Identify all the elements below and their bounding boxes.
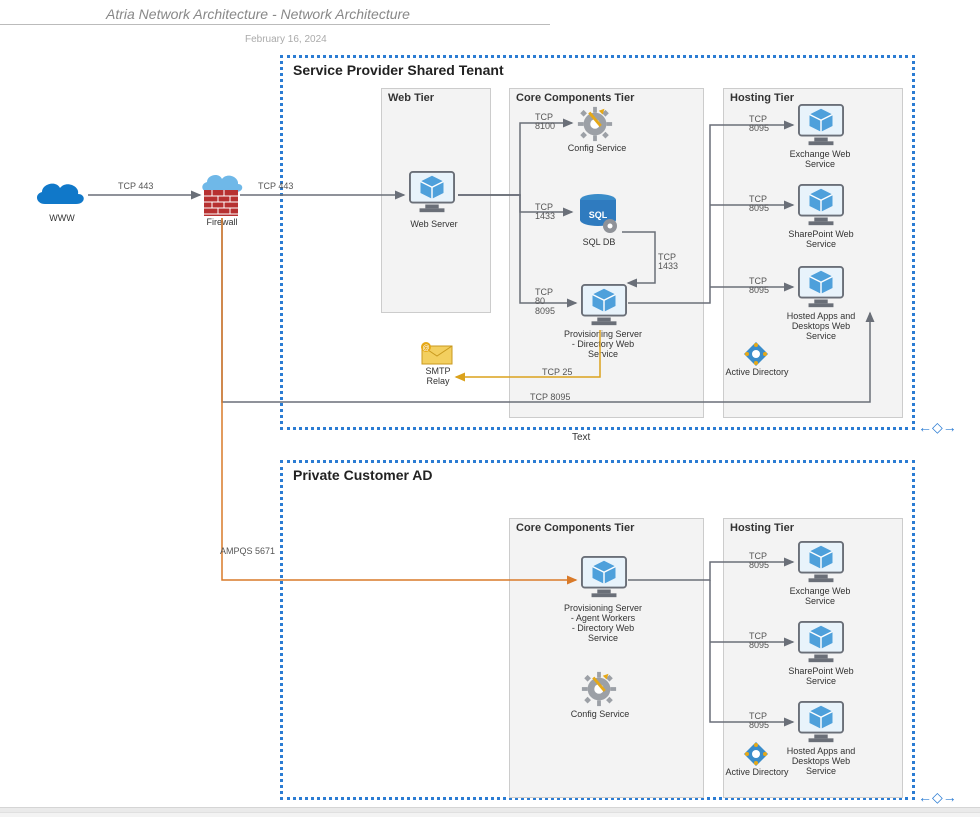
firewall-label: Firewall [202,218,242,228]
region-sp-title: Service Provider Shared Tenant [293,62,504,78]
config-service-label: Config Service [560,144,634,154]
ad-sp-label: Active Directory [722,368,792,378]
region-cust-title: Private Customer AD [293,467,433,483]
monitor-icon [797,265,845,311]
port-web-prov: TCP 80 8095 [535,288,555,316]
gear-icon [580,670,618,708]
tier-hosting-cust-title: Hosting Tier [730,522,794,534]
exchange-sp-label: Exchange Web Service [780,150,860,170]
port-cust-spt: TCP 8095 [749,632,769,651]
resize-handle-icon[interactable]: ←◇→ [918,419,957,436]
title-text: Atria Network Architecture - Network Arc… [106,6,410,22]
active-directory-icon [742,340,770,368]
tier-hosting-sp-title: Hosting Tier [730,92,794,104]
sql-icon: SQL [576,192,620,236]
port-cust-exch: TCP 8095 [749,552,769,571]
monitor-icon [797,700,845,746]
envelope-icon: @ [420,342,454,366]
tier-core-sp-title: Core Components Tier [516,92,634,104]
port-web-sql: TCP 1433 [535,203,555,222]
config-cust-label: Config Service [565,710,635,720]
monitor-icon [580,555,628,601]
sharepoint-cust-label: SharePoint Web Service [778,667,864,687]
port-web-config: TCP 8100 [535,113,555,132]
www-label: WWW [42,214,82,224]
exchange-cust-label: Exchange Web Service [780,587,860,607]
port-prov-smtp: TCP 25 [542,368,572,377]
firewall-icon [204,190,238,216]
port-prov-exch: TCP 8095 [749,115,769,134]
ad-cust-label: Active Directory [722,768,792,778]
monitor-icon [797,620,845,666]
monitor-icon [797,103,845,149]
port-cust-hosted: TCP 8095 [749,712,769,731]
diagram-canvas: Atria Network Architecture - Network Arc… [0,0,980,817]
svg-text:SQL: SQL [589,210,608,220]
title-underline [0,24,550,25]
monitor-icon [580,283,628,329]
footer-bars [0,807,980,817]
port-www-fw: TCP 443 [118,182,153,191]
hosted-sp-label: Hosted Apps and Desktops Web Service [775,312,867,342]
gear-icon [576,105,614,143]
monitor-icon [797,183,845,229]
region-sp-body-text: Text [572,432,590,443]
port-fw-web: TCP 443 [258,182,293,191]
sql-label: SQL DB [577,238,621,248]
active-directory-icon [742,740,770,768]
monitor-icon [408,170,456,216]
sharepoint-sp-label: SharePoint Web Service [778,230,864,250]
svg-text:@: @ [422,345,429,352]
resize-handle-icon[interactable]: ←◇→ [918,789,957,806]
port-sql-prov: TCP 1433 [658,253,678,272]
tier-core-cust-title: Core Components Tier [516,522,634,534]
monitor-icon [797,540,845,586]
port-prov-spt: TCP 8095 [749,195,769,214]
smtp-label: SMTP Relay [423,367,453,387]
page-date: February 16, 2024 [245,34,327,45]
cloud-icon [30,176,88,212]
prov-cust-label: Provisioning Server - Agent Workers - Di… [553,604,653,644]
port-ampqs: AMPQS 5671 [220,547,275,556]
page-title: Atria Network Architecture - Network Arc… [106,4,410,24]
tier-web-title: Web Tier [388,92,434,104]
port-prov-hosted: TCP 8095 [749,277,769,296]
web-server-label: Web Server [403,220,465,230]
port-fw-hosting: TCP 8095 [530,393,570,402]
prov-sp-label: Provisioning Server - Directory Web Serv… [553,330,653,360]
